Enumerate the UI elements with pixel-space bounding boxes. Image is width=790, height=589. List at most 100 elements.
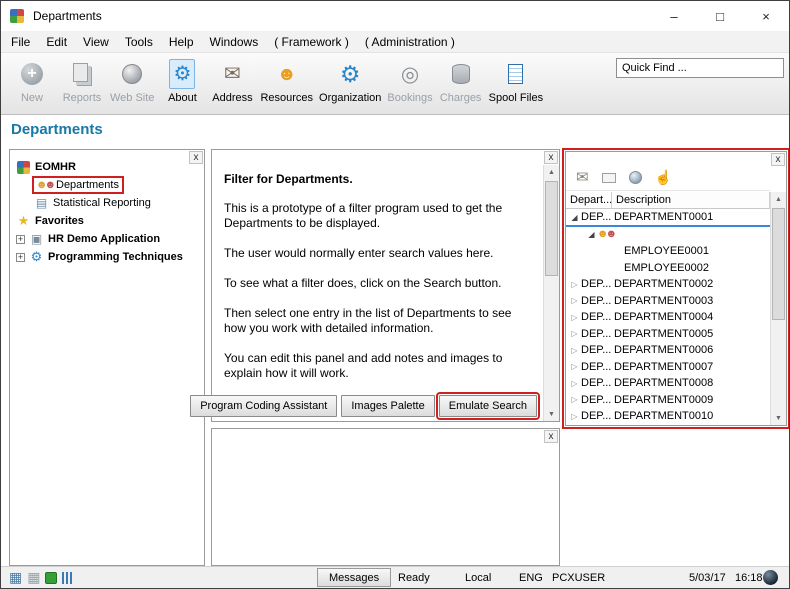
cell-code: DEP... [581, 295, 614, 307]
globe-icon[interactable] [629, 171, 642, 184]
rectangle-icon[interactable] [602, 173, 616, 183]
column-header-description[interactable]: Description [612, 192, 770, 208]
table-row[interactable]: DEP... DEPARTMENT0005 [566, 326, 770, 343]
table-view-icon[interactable] [9, 570, 22, 585]
application-box-icon [29, 232, 44, 246]
close-icon[interactable]: x [189, 151, 203, 164]
menu-item-edit[interactable]: Edit [38, 31, 75, 52]
toolbar-button-new[interactable]: New [7, 57, 57, 104]
employees-group-row[interactable]: ☻☻ [566, 227, 770, 244]
status-location-text: Local [465, 572, 491, 584]
expander-closed-icon[interactable] [568, 379, 581, 388]
toolbar-button-charges[interactable]: Charges [436, 57, 486, 104]
expander-closed-icon[interactable] [568, 296, 581, 305]
menu-item-file[interactable]: File [3, 31, 38, 52]
table-row[interactable]: DEP... DEPARTMENT0009 [566, 392, 770, 409]
table-row[interactable]: DEP... DEPARTMENT0007 [566, 359, 770, 376]
filter-paragraph: The user would normally enter search val… [224, 246, 531, 261]
tree-item-hr-demo-application[interactable]: HR Demo Application [16, 230, 202, 248]
tree-item-favorites[interactable]: Favorites [16, 212, 202, 230]
scroll-down-icon[interactable] [544, 407, 559, 421]
menu-item-tools[interactable]: Tools [117, 31, 161, 52]
program-coding-assistant-button[interactable]: Program Coding Assistant [190, 395, 337, 417]
tree-item-eomhr[interactable]: EOMHR [16, 158, 202, 176]
menu-item-framework[interactable]: ( Framework ) [266, 31, 357, 52]
expander-closed-icon[interactable] [568, 346, 581, 355]
grid-view-icon[interactable] [27, 570, 40, 585]
status-user-text: PCXUSER [552, 572, 605, 584]
expander-closed-icon[interactable] [568, 395, 581, 404]
expand-plus-icon[interactable] [16, 253, 25, 262]
toolbar-button-label: Spool Files [489, 92, 543, 104]
expander-closed-icon[interactable] [568, 329, 581, 338]
tree-item-programming-techniques[interactable]: Programming Techniques [16, 248, 202, 266]
table-row-employee[interactable]: EMPLOYEE0002 [566, 260, 770, 277]
menu-item-administration[interactable]: ( Administration ) [357, 31, 463, 52]
menu-item-view[interactable]: View [75, 31, 117, 52]
table-row[interactable]: DEP... DEPARTMENT0001 [566, 210, 770, 227]
table-row[interactable]: DEP... DEPARTMENT0004 [566, 309, 770, 326]
tree-item-label: Favorites [35, 215, 84, 227]
scroll-up-icon[interactable] [544, 165, 559, 179]
gear-icon [29, 249, 44, 265]
toolbar-button-website[interactable]: Web Site [107, 57, 157, 104]
toolbar-button-resources[interactable]: Resources [257, 57, 316, 104]
minimize-button[interactable]: – [651, 1, 697, 31]
expander-closed-icon[interactable] [568, 412, 581, 421]
table-row[interactable]: DEP... DEPARTMENT0010 [566, 408, 770, 425]
close-icon[interactable]: x [544, 430, 558, 443]
toolbar-button-address[interactable]: Address [207, 57, 257, 104]
images-palette-button[interactable]: Images Palette [341, 395, 434, 417]
scroll-down-icon[interactable] [771, 411, 786, 425]
green-status-icon[interactable] [45, 572, 57, 584]
quick-find-input[interactable] [616, 58, 784, 78]
close-button[interactable]: × [743, 1, 789, 31]
menu-item-windows[interactable]: Windows [202, 31, 267, 52]
hand-icon[interactable] [655, 170, 672, 185]
table-row[interactable]: DEP... DEPARTMENT0002 [566, 276, 770, 293]
tree-item-statistical-reporting[interactable]: Statistical Reporting [16, 194, 202, 212]
scrollbar-thumb[interactable] [772, 208, 785, 320]
expander-closed-icon[interactable] [568, 280, 581, 289]
tree-item-label: HR Demo Application [48, 233, 160, 245]
table-row-employee[interactable]: EMPLOYEE0001 [566, 243, 770, 260]
column-header-department[interactable]: Depart... [566, 192, 612, 208]
vertical-scrollbar[interactable] [543, 165, 559, 421]
emulate-search-button[interactable]: Emulate Search [439, 395, 537, 417]
toolbar-button-reports[interactable]: Reports [57, 57, 107, 104]
maximize-button[interactable]: □ [697, 1, 743, 31]
expander-closed-icon[interactable] [568, 313, 581, 322]
vertical-scrollbar[interactable] [770, 192, 786, 425]
close-icon[interactable]: x [544, 151, 558, 164]
scrollbar-thumb[interactable] [545, 181, 558, 276]
table-row[interactable]: DEP... DEPARTMENT0006 [566, 342, 770, 359]
table-row[interactable]: DEP... DEPARTMENT0008 [566, 375, 770, 392]
tree-item-label: Programming Techniques [48, 251, 183, 263]
toolbar-button-label: Resources [260, 92, 313, 104]
expander-closed-icon[interactable] [568, 362, 581, 371]
toolbar-button-organization[interactable]: Organization [316, 57, 384, 104]
toolbar-button-label: Organization [319, 92, 381, 104]
toolbar-button-bookings[interactable]: Bookings [384, 57, 435, 104]
cell-description: DEPARTMENT0005 [614, 328, 713, 340]
cell-code: DEP... [581, 344, 614, 356]
table-row[interactable]: DEP... DEPARTMENT0003 [566, 293, 770, 310]
sort-bars-icon[interactable] [62, 572, 74, 584]
cell-description: DEPARTMENT0003 [614, 295, 713, 307]
toolbar-button-spool-files[interactable]: Spool Files [486, 57, 546, 104]
envelope-icon[interactable] [576, 170, 589, 185]
envelope-icon [224, 64, 241, 84]
filter-paragraph: Then select one entry in the list of Dep… [224, 306, 531, 336]
filter-button-row: Program Coding Assistant Images Palette … [190, 395, 537, 417]
close-icon[interactable]: x [771, 153, 785, 166]
statusbar-icons [9, 570, 74, 585]
expand-plus-icon[interactable] [16, 235, 25, 244]
page-title: Departments [11, 121, 103, 138]
scroll-up-icon[interactable] [771, 192, 786, 206]
status-indicator-icon [763, 570, 778, 585]
expander-open-icon[interactable] [568, 213, 581, 222]
menu-item-help[interactable]: Help [161, 31, 202, 52]
tree-item-departments[interactable]: ☻☻ Departments [16, 176, 202, 194]
toolbar-button-about[interactable]: About [157, 57, 207, 104]
messages-button[interactable]: Messages [317, 568, 391, 587]
